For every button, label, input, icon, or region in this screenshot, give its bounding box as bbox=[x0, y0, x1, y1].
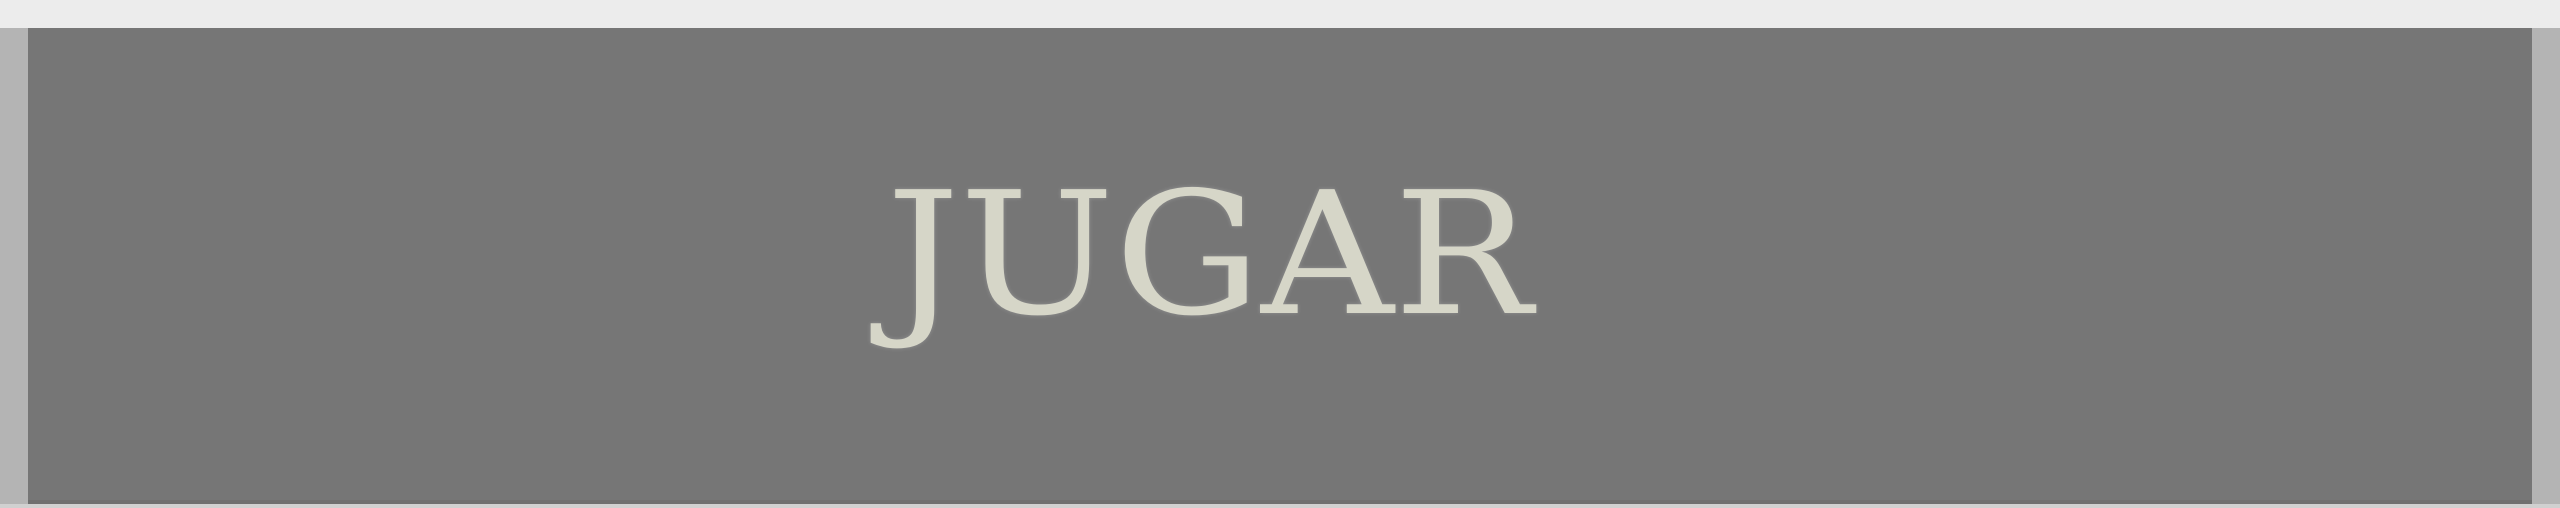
left-side-border bbox=[0, 28, 28, 504]
play-button[interactable]: JUGAR bbox=[28, 28, 2532, 504]
game-menu-viewport: JUGAR bbox=[0, 0, 2560, 508]
play-button-label: JUGAR bbox=[886, 156, 1532, 354]
bottom-border-line bbox=[0, 504, 2560, 508]
right-side-border bbox=[2532, 28, 2560, 504]
top-background-strip bbox=[0, 0, 2560, 28]
